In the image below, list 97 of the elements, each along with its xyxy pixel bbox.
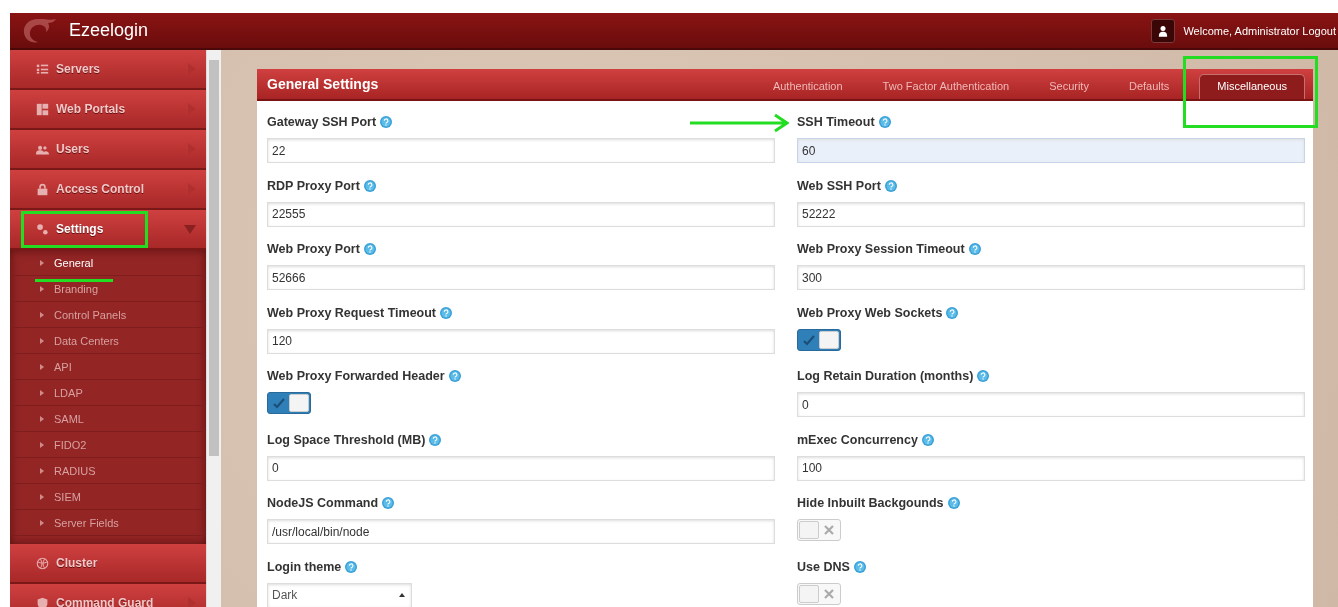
check-icon: [803, 333, 815, 346]
field-label: Web Proxy Forwarded Header: [267, 369, 445, 383]
bullet-icon: [40, 493, 44, 500]
caret-down-icon: [184, 224, 197, 234]
help-icon[interactable]: [363, 179, 376, 192]
help-icon[interactable]: [878, 116, 891, 128]
field-label: RDP Proxy Port: [267, 178, 360, 193]
input-field[interactable]: 22: [267, 138, 775, 163]
bullet-icon: [40, 441, 44, 448]
submenu-label: Data Centers: [54, 334, 119, 347]
user-avatar-icon: [1151, 18, 1176, 43]
field-label: Login theme: [267, 559, 342, 574]
spinner-icon: [399, 593, 405, 597]
submenu-label: FIDO2: [54, 438, 87, 451]
sidebar-item[interactable]: Servers: [10, 50, 207, 90]
sidebar-item[interactable]: Settings: [10, 210, 207, 250]
sidebar-item[interactable]: Access Control: [10, 170, 207, 210]
field-label: Log Retain Duration (months): [797, 369, 974, 383]
input-field[interactable]: 100: [797, 455, 1305, 481]
settings-icon: [36, 222, 49, 236]
help-icon[interactable]: [448, 370, 461, 382]
bullet-icon: [40, 467, 44, 474]
toggle-switch[interactable]: [797, 328, 841, 351]
tiles-icon: [36, 102, 49, 116]
input-field[interactable]: 0: [797, 392, 1305, 417]
submenu-label: SAML: [54, 412, 84, 425]
input-field[interactable]: 120: [267, 328, 775, 354]
help-icon[interactable]: [977, 370, 990, 382]
submenu-label: Control Panels: [54, 308, 127, 321]
submenu-label: RADIUS: [54, 464, 96, 477]
sidebar-item[interactable]: Command Guard: [10, 584, 207, 607]
lock-icon: [36, 182, 49, 196]
help-icon[interactable]: [363, 243, 376, 255]
help-icon[interactable]: [440, 306, 453, 319]
submenu-label: Branding: [54, 282, 99, 295]
input-field[interactable]: 52222: [797, 201, 1305, 227]
toggle-switch[interactable]: [267, 392, 311, 414]
bullet-icon: [40, 519, 44, 526]
submenu-label: LDAP: [54, 386, 83, 399]
help-icon[interactable]: [946, 306, 959, 319]
sidebar-item[interactable]: Web Portals: [10, 90, 207, 130]
field-label: Web Proxy Web Sockets: [797, 305, 943, 320]
brand-name: Ezeelogin: [69, 20, 149, 41]
field-label: Log Space Threshold (MB): [267, 432, 426, 447]
input-field[interactable]: 52666: [267, 265, 775, 290]
help-icon[interactable]: [968, 243, 981, 255]
shield-icon: [36, 596, 49, 607]
input-field[interactable]: 300: [797, 265, 1305, 290]
submenu-label: Server Fields: [54, 516, 119, 529]
input-field[interactable]: 22555: [267, 201, 775, 227]
cross-icon: [823, 524, 835, 536]
field-label: Web Proxy Request Timeout: [267, 305, 437, 320]
submenu-label: General: [54, 256, 94, 269]
help-icon[interactable]: [345, 560, 358, 573]
cross-icon: [823, 587, 835, 600]
field-label: Hide Inbuilt Backgounds: [797, 496, 944, 510]
submenu-label: SIEM: [54, 490, 81, 503]
field-label: SSH Timeout: [797, 115, 875, 129]
submenu-label: API: [54, 360, 72, 373]
help-icon[interactable]: [380, 116, 393, 128]
field-label: Use DNS: [797, 559, 850, 574]
help-icon[interactable]: [382, 497, 395, 509]
globe-icon: [36, 556, 49, 570]
input-field[interactable]: /usr/local/bin/node: [267, 519, 775, 544]
check-icon: [273, 397, 285, 409]
help-icon[interactable]: [429, 433, 442, 446]
tab[interactable]: Two Factor Authentication: [882, 74, 1010, 99]
logout-link[interactable]: Logout: [1302, 24, 1336, 37]
field-label: Gateway SSH Port: [267, 115, 377, 129]
sidebar-item[interactable]: Cluster: [10, 544, 207, 584]
tab[interactable]: Security: [1049, 74, 1089, 99]
help-icon[interactable]: [884, 179, 897, 192]
help-icon[interactable]: [853, 560, 866, 573]
tab[interactable]: Authentication: [772, 74, 843, 99]
field-label: NodeJS Command: [267, 496, 379, 510]
field-label: Web SSH Port: [797, 178, 881, 193]
bullet-icon: [40, 259, 44, 266]
panel-title: General Settings: [267, 76, 379, 92]
bullet-icon: [40, 389, 44, 396]
field-label: Web Proxy Port: [267, 242, 360, 256]
input-field[interactable]: 0: [267, 455, 775, 481]
help-icon[interactable]: [947, 497, 960, 509]
scrollbar[interactable]: [206, 50, 221, 607]
bullet-icon: [40, 363, 44, 370]
select-field[interactable]: Dark: [267, 582, 412, 607]
tab[interactable]: Defaults: [1128, 74, 1170, 99]
bullet-icon: [40, 311, 44, 318]
sidebar-item[interactable]: Users: [10, 130, 207, 170]
bullet-icon: [40, 337, 44, 344]
help-icon[interactable]: [921, 433, 934, 446]
list-icon: [36, 62, 49, 76]
field-label: mExec Concurrency: [797, 432, 918, 447]
input-field[interactable]: 60: [797, 138, 1305, 163]
tab[interactable]: Miscellaneous: [1199, 74, 1305, 99]
bullet-icon: [40, 415, 44, 422]
field-label: Web Proxy Session Timeout: [797, 242, 965, 256]
welcome-text: Welcome, Administrator: [1183, 24, 1300, 37]
